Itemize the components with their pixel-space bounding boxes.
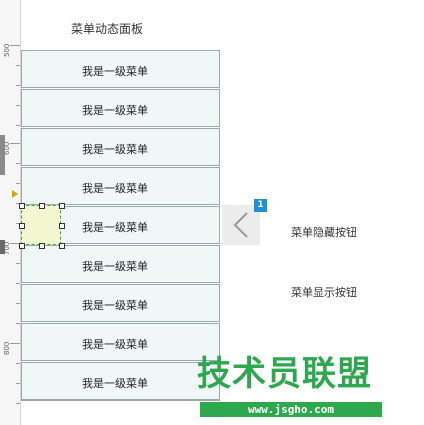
chevron-left-icon	[233, 212, 248, 238]
menu-item[interactable]: 我是一级菜单	[21, 245, 220, 283]
menu-item-label: 我是一级菜单	[82, 377, 148, 390]
ruler-label-800: 800	[3, 341, 11, 355]
resize-handle[interactable]	[19, 223, 25, 229]
vertical-ruler: 500 600 700 800	[0, 0, 21, 425]
resize-handle[interactable]	[19, 203, 25, 209]
selected-widget[interactable]	[19, 203, 65, 249]
menu-item-label: 我是一级菜单	[82, 104, 148, 117]
menu-item[interactable]: 我是一级菜单	[21, 128, 220, 166]
resize-handle[interactable]	[39, 203, 45, 209]
ruler-tick	[10, 143, 20, 144]
menu-item[interactable]: 我是一级菜单	[21, 50, 220, 88]
menu-item[interactable]: 我是一级菜单	[21, 362, 220, 400]
menu-item-label: 我是一级菜单	[82, 65, 148, 78]
resize-handle[interactable]	[39, 243, 45, 249]
watermark-title: 技术员联盟	[197, 354, 372, 394]
panel-title: 菜单动态面板	[71, 22, 144, 36]
ruler-selection-marker	[0, 240, 5, 254]
annotation-badge: 1	[254, 199, 267, 212]
hide-button-label: 菜单隐藏按钮	[291, 226, 357, 239]
resize-handle[interactable]	[19, 243, 25, 249]
ruler-pointer-icon[interactable]	[12, 190, 18, 198]
menu-item-label: 我是一级菜单	[82, 182, 148, 195]
menu-item-label: 我是一级菜单	[82, 260, 148, 273]
panel-bottom-border	[21, 400, 220, 401]
menu-item[interactable]: 我是一级菜单	[21, 284, 220, 322]
menu-item[interactable]: 我是一级菜单	[21, 167, 220, 205]
ruler-label-500: 500	[3, 43, 11, 57]
resize-handle[interactable]	[59, 203, 65, 209]
ruler-selection-marker	[0, 135, 5, 175]
menu-item-label: 我是一级菜单	[82, 221, 148, 234]
watermark-url: www.jsgho.com	[200, 402, 382, 417]
menu-item-label: 我是一级菜单	[82, 143, 148, 156]
resize-handle[interactable]	[59, 243, 65, 249]
menu-item[interactable]: 我是一级菜单	[21, 89, 220, 127]
menu-item[interactable]: 我是一级菜单	[21, 323, 220, 361]
menu-item-label: 我是一级菜单	[82, 338, 148, 351]
ruler-tick	[10, 45, 20, 46]
ruler-tick	[10, 343, 20, 344]
show-button-label: 菜单显示按钮	[291, 286, 357, 299]
menu-item-label: 我是一级菜单	[82, 299, 148, 312]
resize-handle[interactable]	[59, 223, 65, 229]
